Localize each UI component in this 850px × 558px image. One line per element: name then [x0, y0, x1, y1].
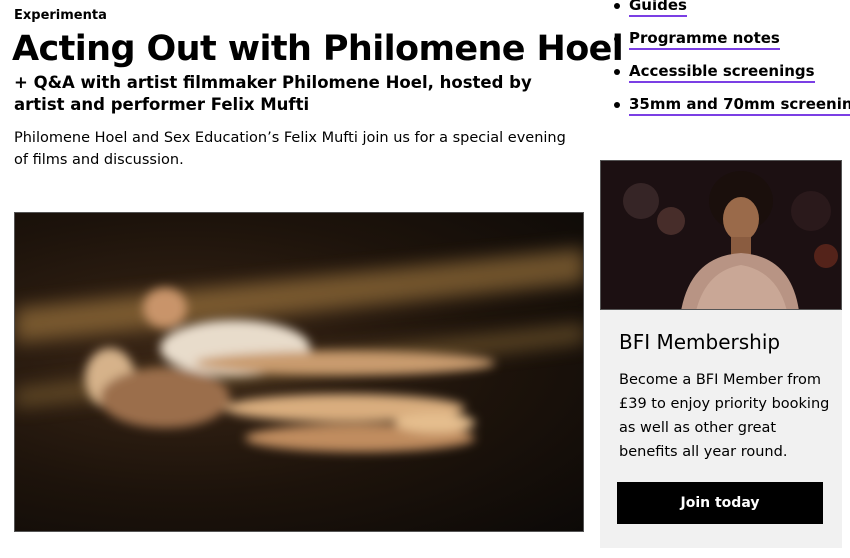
bullet-icon	[614, 102, 620, 108]
bullet-icon	[614, 36, 620, 42]
event-subtitle: + Q&A with artist filmmaker Philomene Ho…	[14, 73, 532, 114]
membership-promo-image	[600, 160, 842, 310]
hero-image-art	[15, 248, 583, 452]
event-description: Philomene Hoel and Sex Education’s Felix…	[14, 130, 566, 168]
bullet-icon	[614, 69, 620, 75]
related-link-item: 35mm and 70mm screenings	[600, 93, 850, 126]
membership-promo-body: BFI Membership Become a BFI Member from …	[600, 310, 842, 524]
promo-image-art	[601, 161, 841, 309]
join-today-button[interactable]: Join today	[617, 482, 823, 524]
related-links: Guides Programme notes Accessible screen…	[600, 0, 850, 126]
membership-promo: BFI Membership Become a BFI Member from …	[600, 160, 842, 548]
related-link-item: Accessible screenings	[600, 60, 850, 93]
page-title: Acting Out with Philomene Hoel	[12, 29, 624, 69]
link-accessible-screenings[interactable]: Accessible screenings	[629, 62, 815, 83]
membership-description: Become a BFI Member from £39 to enjoy pr…	[619, 372, 830, 460]
link-35mm-70mm-screenings[interactable]: 35mm and 70mm screenings	[629, 95, 850, 116]
link-programme-notes[interactable]: Programme notes	[629, 29, 780, 50]
event-category[interactable]: Experimenta	[14, 8, 107, 24]
bullet-icon	[614, 3, 620, 9]
link-guides[interactable]: Guides	[629, 0, 687, 17]
event-hero-image	[14, 212, 584, 532]
related-link-item: Guides	[600, 0, 850, 27]
membership-title: BFI Membership	[619, 330, 781, 354]
related-link-item: Programme notes	[600, 27, 850, 60]
